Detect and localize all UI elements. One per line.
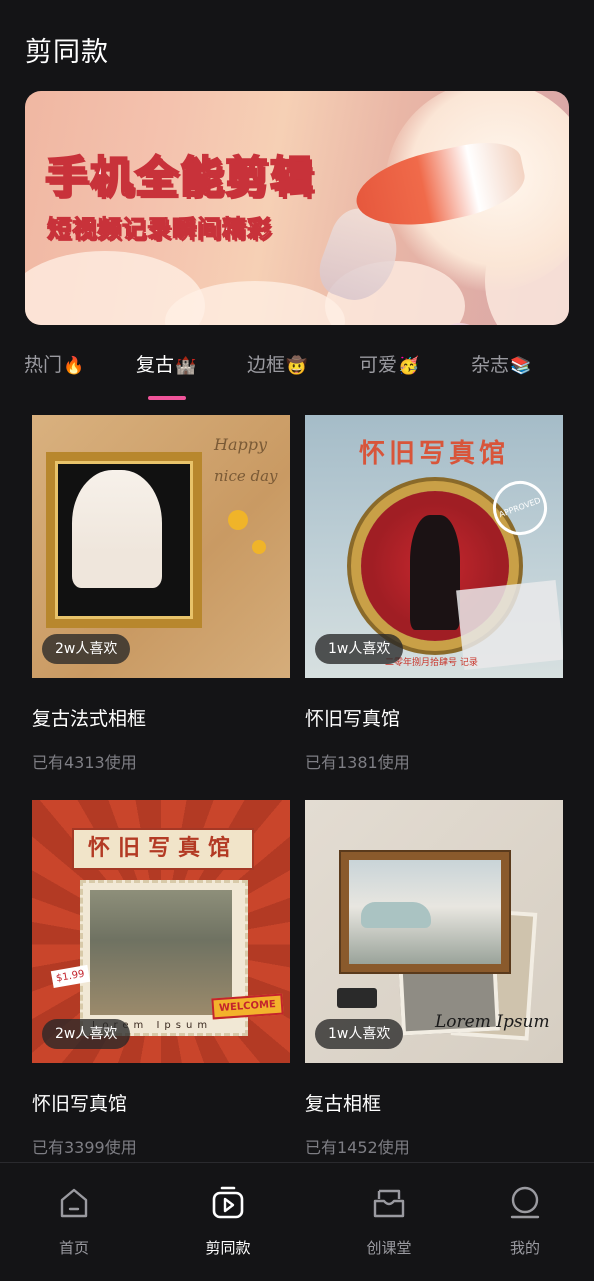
- tab-magazine[interactable]: 杂志📚: [471, 350, 531, 377]
- tab-label: 热门: [24, 354, 63, 376]
- template-title: 复古法式相框: [32, 708, 147, 730]
- cowboy-face-icon: 🤠: [286, 356, 308, 376]
- fire-icon: 🔥: [63, 356, 85, 376]
- category-tabs: 热门🔥 复古🏰 边框🤠 可爱🥳 杂志📚: [0, 350, 594, 400]
- tab-frame[interactable]: 边框🤠: [247, 350, 307, 377]
- banner-subtitle: 短视频记录瞬间精彩: [47, 215, 272, 244]
- bride-photo: [72, 470, 162, 588]
- vintage-car-photo: [361, 902, 431, 928]
- template-title: 怀旧写真馆: [32, 1093, 128, 1115]
- party-face-icon: 🥳: [398, 356, 420, 376]
- books-icon: 📚: [510, 356, 532, 376]
- couple-photo: [90, 890, 232, 1015]
- template-thumbnail[interactable]: 怀旧写真馆 APPROVED 二零年捌月拾肆号 记录 1w人喜欢: [305, 415, 563, 678]
- tab-retro[interactable]: 复古🏰: [136, 350, 196, 377]
- inbox-class-icon: [373, 1189, 405, 1218]
- portrait-photo: [410, 515, 460, 630]
- tab-label: 杂志: [471, 354, 510, 376]
- usage-count: 已有1452使用: [305, 1138, 410, 1157]
- template-title: 怀旧写真馆: [305, 708, 401, 730]
- nav-label: 我的: [509, 1239, 540, 1257]
- template-thumbnail[interactable]: Lorem Ipsum 1w人喜欢: [305, 800, 563, 1063]
- template-thumbnail[interactable]: 怀旧写真馆 $1.99 WELCOME Lorem Ipsum 2w人喜欢: [32, 800, 290, 1063]
- likes-badge: 2w人喜欢: [42, 1019, 131, 1049]
- nav-label: 剪同款: [205, 1239, 251, 1257]
- banner-title: 手机全能剪辑: [44, 152, 315, 204]
- nav-cut-template[interactable]: 剪同款: [154, 1163, 302, 1281]
- welcome-sign: WELCOME: [211, 993, 284, 1020]
- usage-count: 已有3399使用: [32, 1138, 137, 1157]
- likes-badge: 2w人喜欢: [42, 634, 131, 664]
- usage-count: 已有1381使用: [305, 753, 410, 772]
- tab-hot[interactable]: 热门🔥: [24, 350, 84, 377]
- nav-profile[interactable]: 我的: [451, 1163, 594, 1281]
- active-tab-indicator: [148, 396, 186, 400]
- thumbnail-headline: 怀旧写真馆: [72, 828, 254, 870]
- thumbnail-headline: 怀旧写真馆: [358, 439, 509, 469]
- thumbnail-script-text: Lorem Ipsum: [435, 1012, 550, 1032]
- nav-label: 创课堂: [366, 1239, 412, 1257]
- template-title: 复古相框: [305, 1093, 382, 1115]
- tab-cute[interactable]: 可爱🥳: [359, 350, 419, 377]
- promo-banner[interactable]: 手机全能剪辑 短视频记录瞬间精彩: [25, 91, 569, 325]
- template-thumbnail[interactable]: Happy nice day 2w人喜欢: [32, 415, 290, 678]
- nav-home[interactable]: 首页: [0, 1163, 148, 1281]
- tab-label: 复古: [136, 354, 175, 376]
- tab-label: 可爱: [359, 354, 398, 376]
- profile-icon: [510, 1186, 540, 1219]
- play-template-icon: [212, 1186, 244, 1219]
- thumbnail-script-text: Happy: [214, 435, 268, 454]
- sunflower-decoration: [252, 540, 266, 554]
- usage-count: 已有4313使用: [32, 753, 137, 772]
- likes-badge: 1w人喜欢: [315, 1019, 404, 1049]
- bottom-navigation: 首页 剪同款 创课堂 我的: [0, 1162, 594, 1281]
- sunflower-decoration: [228, 510, 248, 530]
- thumbnail-script-text: nice day: [214, 467, 278, 485]
- tab-label: 边框: [247, 354, 286, 376]
- projector-icon: [337, 988, 377, 1008]
- nav-class[interactable]: 创课堂: [315, 1163, 463, 1281]
- nav-label: 首页: [58, 1239, 89, 1257]
- page-title: 剪同款: [25, 37, 109, 68]
- castle-icon: 🏰: [175, 356, 197, 376]
- likes-badge: 1w人喜欢: [315, 634, 404, 664]
- home-icon: [60, 1188, 88, 1218]
